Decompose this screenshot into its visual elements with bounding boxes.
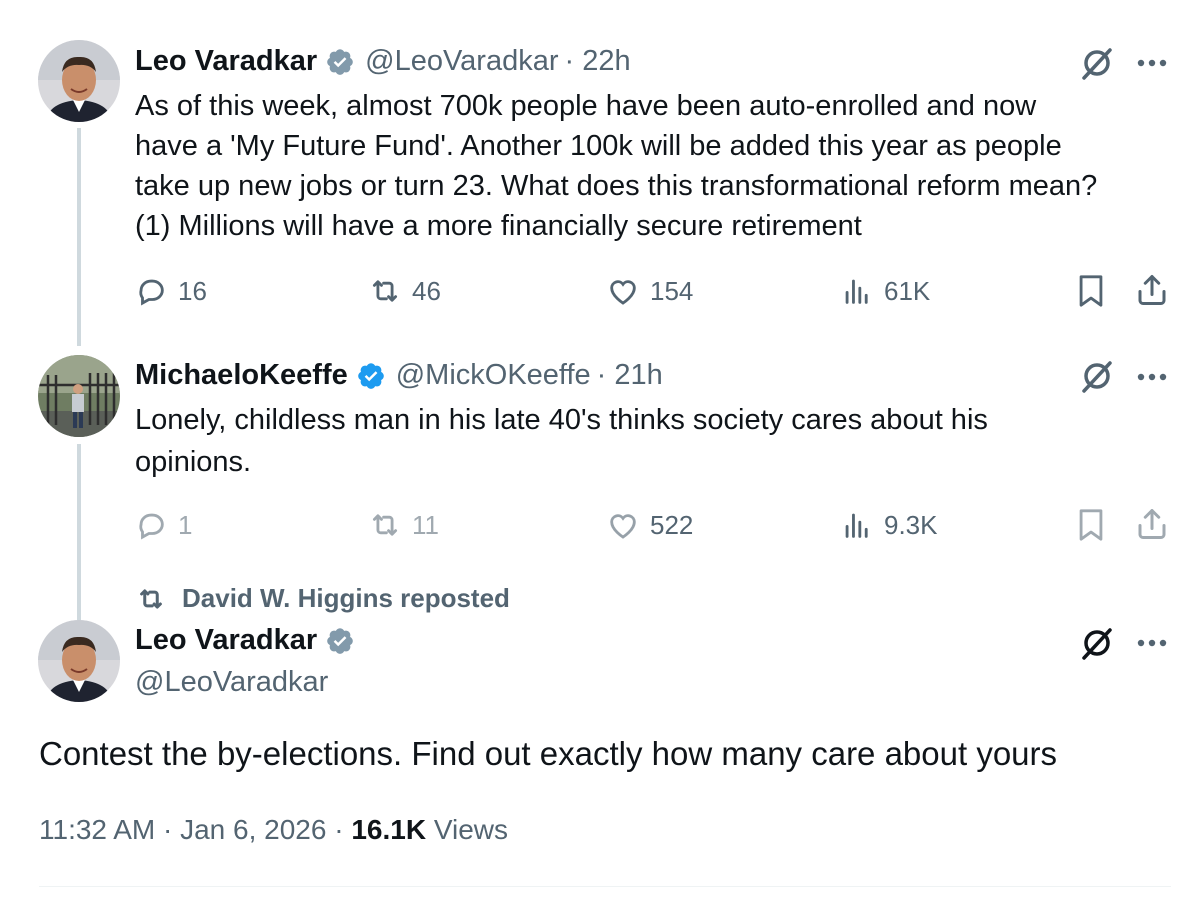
tweet3-timestamp[interactable]: 11:32 AM · Jan 6, 2026 · (39, 814, 351, 845)
tweet2-repost-button[interactable]: 11 (368, 508, 439, 542)
tweet1-repost-button[interactable]: 46 (368, 274, 441, 308)
share-icon[interactable] (1134, 272, 1170, 308)
tweet2-author-name[interactable]: MichaeloKeeffe (135, 359, 348, 392)
tweet2-reply-count: 1 (178, 509, 193, 540)
thread-line-1 (77, 128, 81, 346)
verified-badge-icon (327, 627, 353, 654)
tweet1-reply-button[interactable]: 16 (134, 274, 207, 308)
tweet1-like-button[interactable]: 154 (606, 274, 693, 308)
repost-note-text: David W. Higgins reposted (182, 583, 510, 613)
like-icon (610, 514, 636, 539)
grok-icon[interactable] (1078, 624, 1116, 662)
tweet1-text-line-2: have a 'My Future Fund'. Another 100k wi… (135, 130, 1062, 162)
tweet1-text-line-4: (1) Millions will have a more financiall… (135, 210, 862, 242)
tweet2-reply-button[interactable]: 1 (134, 508, 192, 542)
tweet2-text-line-2: opinions. (135, 446, 252, 478)
reply-icon (139, 279, 164, 306)
tweet3-meta: 11:32 AM · Jan 6, 2026 · 16.1K Views (39, 814, 508, 846)
like-icon (610, 280, 636, 305)
avatar-michaelokeeffe[interactable] (38, 355, 120, 437)
more-icon[interactable] (1136, 372, 1168, 382)
grok-icon[interactable] (1078, 44, 1116, 82)
reply-icon (139, 513, 164, 540)
tweet1-reply-count: 16 (178, 275, 207, 306)
tweet3-header: Leo Varadkar (135, 624, 365, 657)
tweet2-header: MichaeloKeeffe @MickOKeeffe · 21h (135, 359, 663, 392)
tweet1-handle[interactable]: @LeoVaradkar (365, 45, 558, 78)
bookmark-icon[interactable] (1074, 506, 1108, 544)
grok-icon[interactable] (1078, 357, 1116, 395)
views-icon (845, 279, 868, 304)
tweet1-text-line-3: take up new jobs or turn 23. What does t… (135, 170, 1098, 202)
tweet1-text-line-1: As of this week, almost 700k people have… (135, 90, 1037, 122)
repost-icon (372, 514, 398, 536)
tweet2-handle[interactable]: @MickOKeeffe (396, 359, 591, 392)
bookmark-icon[interactable] (1074, 272, 1108, 310)
tweet3-handle[interactable]: @LeoVaradkar (135, 666, 328, 699)
tweet3-text: Contest the by-elections. Find out exact… (39, 735, 1058, 772)
tweet1-header: Leo Varadkar @LeoVaradkar · 22h (135, 45, 631, 78)
repost-note[interactable]: David W. Higgins reposted (134, 583, 510, 614)
tweet1-time[interactable]: · 22h (565, 45, 631, 78)
tweet3-views-count: 16.1K (351, 814, 427, 845)
tweet2-views-count: 9.3K (884, 509, 938, 540)
avatar-leo-varadkar[interactable] (38, 40, 120, 122)
tweet3-author-name[interactable]: Leo Varadkar (135, 624, 317, 657)
more-icon[interactable] (1136, 58, 1168, 68)
verified-badge-icon (357, 362, 384, 389)
tweet1-views-button[interactable]: 61K (840, 274, 930, 308)
tweet3-views-label: Views (426, 814, 509, 845)
tweet1-views-count: 61K (884, 275, 931, 306)
share-icon[interactable] (1134, 506, 1170, 542)
divider (39, 886, 1171, 887)
tweet2-text-line-1: Lonely, childless man in his late 40's t… (135, 404, 988, 436)
repost-icon (140, 588, 162, 609)
repost-icon (372, 280, 398, 302)
tweet2-like-button[interactable]: 522 (606, 508, 693, 542)
thread-line-2 (77, 444, 81, 640)
avatar-leo-varadkar[interactable] (38, 620, 120, 702)
views-icon (845, 513, 868, 538)
tweet2-repost-count: 11 (412, 509, 439, 540)
tweet1-like-count: 154 (650, 275, 694, 306)
tweet2-time[interactable]: · 21h (597, 359, 663, 392)
more-icon[interactable] (1136, 638, 1168, 648)
tweet1-author-name[interactable]: Leo Varadkar (135, 45, 317, 78)
tweet1-repost-count: 46 (412, 275, 441, 306)
verified-badge-icon (327, 48, 353, 75)
tweet2-like-count: 522 (650, 509, 694, 540)
tweet2-views-button[interactable]: 9.3K (840, 508, 938, 542)
